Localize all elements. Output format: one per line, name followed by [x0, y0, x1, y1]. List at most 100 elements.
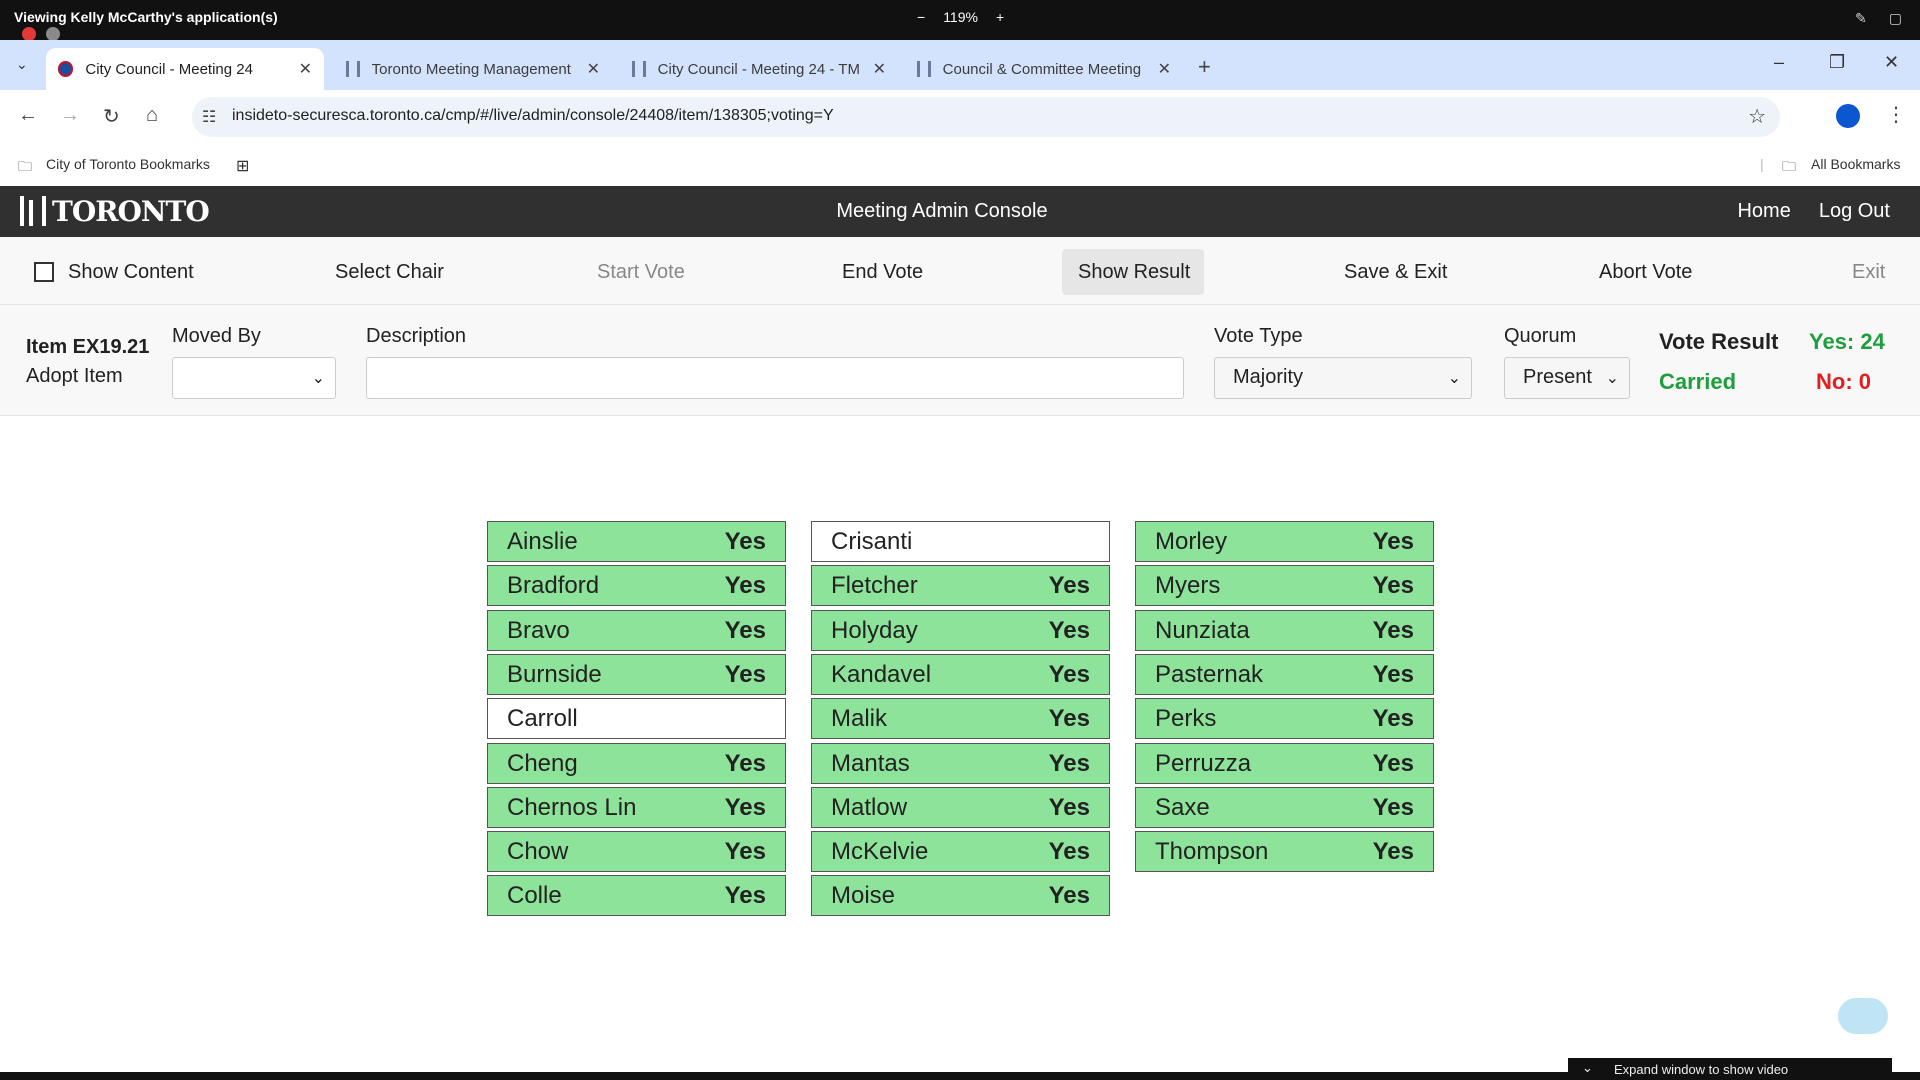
member-vote-cell[interactable]: McKelvie Yes	[811, 831, 1110, 872]
member-vote-cell[interactable]: Burnside Yes	[487, 654, 786, 695]
address-bar[interactable]: ☷ insideto-securesca.toronto.ca/cmp/#/li…	[192, 97, 1780, 137]
chevron-down-icon: ⌄	[1605, 370, 1619, 387]
back-arrow-icon[interactable]: ←	[18, 104, 38, 127]
member-vote-cell[interactable]: Carroll	[487, 698, 786, 739]
member-vote-cell[interactable]: Cheng Yes	[487, 743, 786, 784]
vote-type-value: Majority	[1233, 366, 1304, 388]
zoom-level: 119%	[943, 9, 978, 25]
moved-by-label: Moved By	[172, 325, 261, 347]
member-vote-cell[interactable]: Crisanti	[811, 521, 1110, 562]
bookmark-star-icon[interactable]: ☆	[1748, 104, 1766, 129]
member-vote-cell[interactable]: Chernos Lin Yes	[487, 787, 786, 828]
member-vote-cell[interactable]: Saxe Yes	[1135, 787, 1434, 828]
member-vote: Yes	[724, 838, 766, 865]
select-chair-button[interactable]: Select Chair	[335, 261, 444, 284]
member-vote-cell[interactable]: Chow Yes	[487, 831, 786, 872]
url-text[interactable]: insideto-securesca.toronto.ca/cmp/#/live…	[232, 107, 834, 125]
tab-search-icon[interactable]: ⌄	[16, 56, 28, 73]
member-vote: Yes	[1048, 750, 1090, 777]
bookmark-folder-icon: 🗀	[18, 158, 32, 174]
member-name: Thompson	[1155, 838, 1269, 865]
close-remote-icon[interactable]	[22, 27, 36, 41]
profile-avatar-icon[interactable]	[1836, 104, 1860, 128]
chat-icon[interactable]: ▢	[1889, 10, 1902, 27]
end-vote-button[interactable]: End Vote	[842, 261, 923, 284]
home-icon[interactable]: ⌂	[146, 104, 158, 127]
close-window-icon[interactable]: ✕	[1884, 52, 1899, 73]
tab-toronto-meeting-management[interactable]: Toronto Meeting Management ✕	[334, 48, 612, 90]
member-vote-cell[interactable]: Morley Yes	[1135, 521, 1434, 562]
home-link[interactable]: Home	[1737, 200, 1790, 223]
item-id: Item EX19.21	[26, 336, 150, 358]
member-vote-cell[interactable]: Nunziata Yes	[1135, 610, 1434, 651]
member-vote-cell[interactable]: Matlow Yes	[811, 787, 1110, 828]
close-tab-icon[interactable]: ✕	[873, 59, 886, 79]
close-tab-icon[interactable]: ✕	[1158, 59, 1171, 79]
apps-grid-icon[interactable]: ⊞	[236, 156, 249, 176]
expand-video-bar[interactable]: ⌄ Expand window to show video	[1568, 1058, 1892, 1080]
show-content-checkbox[interactable]	[34, 262, 54, 282]
annotate-icon[interactable]: ✎	[1855, 10, 1867, 27]
new-tab-plus-icon[interactable]: +	[1198, 54, 1211, 80]
zoom-out-button[interactable]: −	[917, 9, 925, 25]
member-vote-cell[interactable]: Myers Yes	[1135, 565, 1434, 606]
tab-city-council-meeting-24-tmi[interactable]: City Council - Meeting 24 - TMI ✕	[620, 48, 898, 90]
member-vote-cell[interactable]: Thompson Yes	[1135, 831, 1434, 872]
member-vote-cell[interactable]: Malik Yes	[811, 698, 1110, 739]
member-name: Fletcher	[831, 572, 918, 599]
restore-icon[interactable]: ❐	[1829, 52, 1845, 73]
minimize-remote-icon[interactable]	[46, 27, 60, 41]
close-tab-icon[interactable]: ✕	[587, 59, 600, 79]
meeting-app-logo-icon[interactable]	[1838, 998, 1888, 1034]
minimize-icon[interactable]: –	[1774, 52, 1784, 73]
member-name: Chernos Lin	[507, 794, 637, 821]
member-vote-cell[interactable]: Bradford Yes	[487, 565, 786, 606]
member-vote: Yes	[1372, 705, 1414, 732]
member-vote: Yes	[724, 794, 766, 821]
member-name: Colle	[507, 882, 562, 909]
member-name: Morley	[1155, 528, 1228, 555]
forward-arrow-icon[interactable]: →	[60, 104, 80, 127]
member-name: Malik	[831, 705, 888, 732]
save-exit-button[interactable]: Save & Exit	[1344, 261, 1447, 284]
member-vote: Yes	[724, 528, 766, 555]
quorum-select[interactable]: Present ⌄	[1504, 357, 1630, 399]
tab-city-council-meeting-24[interactable]: City Council - Meeting 24 ✕	[46, 48, 324, 90]
member-vote-cell[interactable]: Mantas Yes	[811, 743, 1110, 784]
browser-menu-icon[interactable]: ⋮	[1886, 102, 1906, 127]
moved-by-select[interactable]: ⌄	[172, 357, 336, 399]
tab-council-committee-meeting[interactable]: Council & Committee Meeting ✕	[905, 48, 1183, 90]
member-vote: Yes	[1048, 572, 1090, 599]
member-vote-cell[interactable]: Ainslie Yes	[487, 521, 786, 562]
member-name: Chow	[507, 838, 569, 865]
site-settings-icon[interactable]: ☷	[202, 107, 216, 127]
logout-link[interactable]: Log Out	[1819, 200, 1890, 223]
description-input[interactable]	[366, 357, 1184, 399]
member-vote-cell[interactable]: Kandavel Yes	[811, 654, 1110, 695]
show-result-button[interactable]: Show Result	[1078, 261, 1190, 284]
browser-toolbar: ← → ↻ ⌂ ☷ insideto-securesca.toronto.ca/…	[0, 90, 1920, 144]
reload-icon[interactable]: ↻	[103, 104, 120, 129]
vote-type-select[interactable]: Majority ⌄	[1214, 357, 1472, 399]
close-tab-icon[interactable]: ✕	[299, 59, 312, 79]
member-name: Pasternak	[1155, 661, 1264, 688]
member-vote: Yes	[724, 572, 766, 599]
exit-button[interactable]: Exit	[1852, 261, 1885, 284]
member-vote-cell[interactable]: Holyday Yes	[811, 610, 1110, 651]
member-vote-cell[interactable]: Colle Yes	[487, 875, 786, 916]
show-content-label[interactable]: Show Content	[68, 261, 194, 284]
member-vote-cell[interactable]: Moise Yes	[811, 875, 1110, 916]
zoom-in-button[interactable]: +	[996, 9, 1004, 25]
member-vote-cell[interactable]: Pasternak Yes	[1135, 654, 1434, 695]
bookmarks-bar: 🗀 City of Toronto Bookmarks ⊞ | 🗀 All Bo…	[0, 144, 1920, 186]
bookmark-city-of-toronto[interactable]: City of Toronto Bookmarks	[46, 156, 210, 172]
member-vote-cell[interactable]: Fletcher Yes	[811, 565, 1110, 606]
member-vote-cell[interactable]: Perks Yes	[1135, 698, 1434, 739]
tab-title: City Council - Meeting 24	[85, 60, 253, 78]
start-vote-button[interactable]: Start Vote	[597, 261, 685, 284]
member-vote-cell[interactable]: Perruzza Yes	[1135, 743, 1434, 784]
member-vote-cell[interactable]: Bravo Yes	[487, 610, 786, 651]
all-bookmarks-link[interactable]: All Bookmarks	[1811, 156, 1900, 172]
meeting-favicon-icon	[917, 61, 931, 77]
abort-vote-button[interactable]: Abort Vote	[1599, 261, 1692, 284]
